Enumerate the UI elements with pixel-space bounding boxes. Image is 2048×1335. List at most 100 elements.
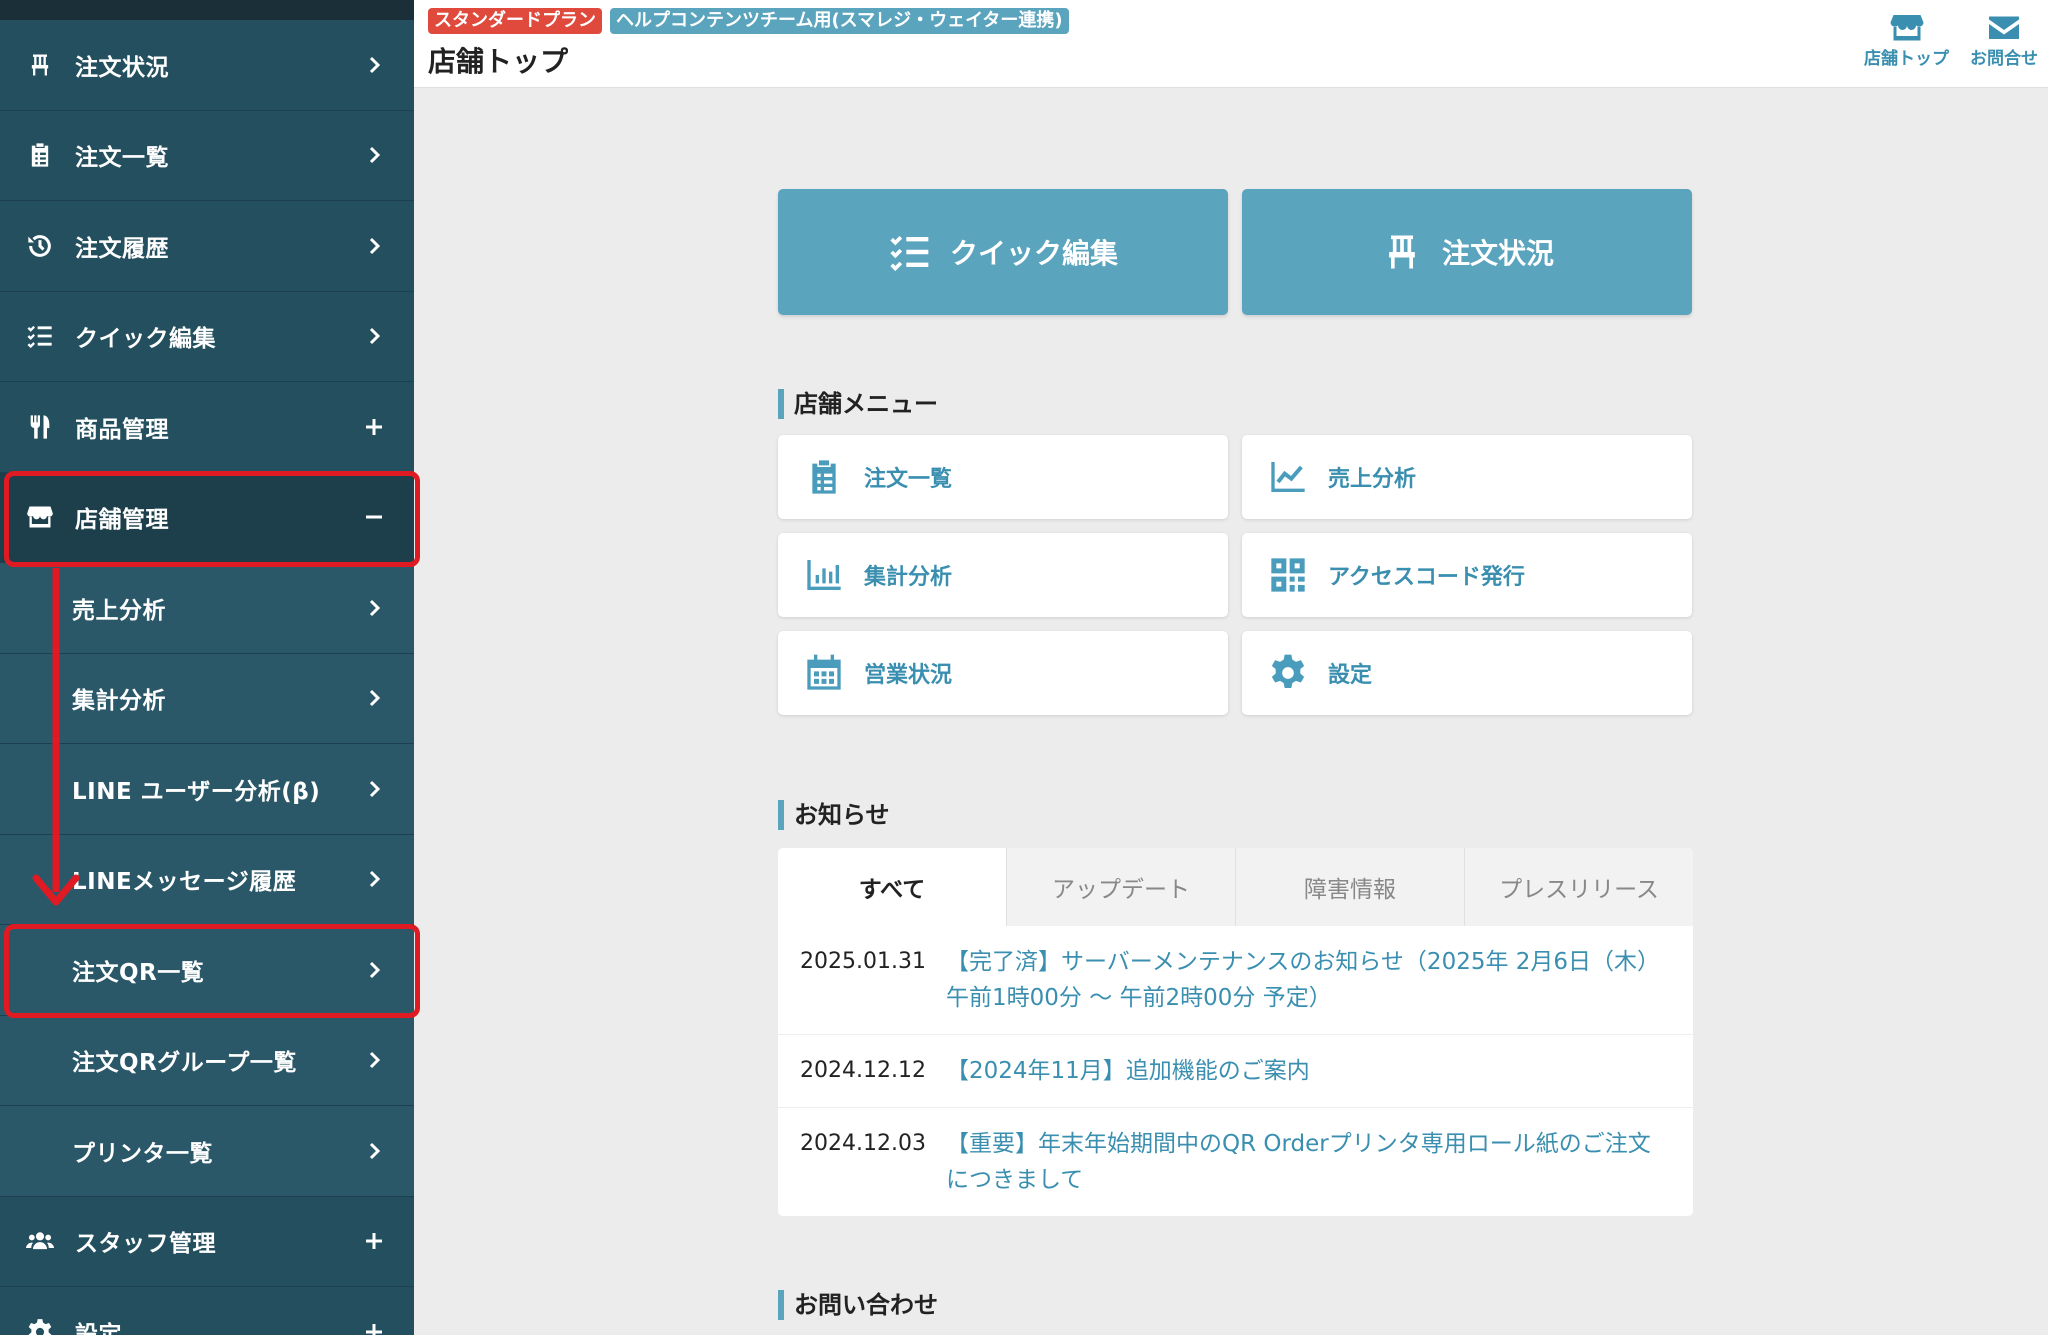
order-status-label: 注文状況 (1441, 237, 1554, 270)
list-check-icon (25, 321, 55, 351)
news-row: 2024.12.12 【2024年11月】追加機能のご案内 (778, 1035, 1693, 1108)
chevron-right-icon (362, 324, 386, 348)
news-link[interactable]: 【重要】年末年始期間中のQR Orderプリンタ専用ロール紙のご注文につきまして (946, 1126, 1671, 1198)
clipboard-icon (25, 140, 55, 170)
chevron-right-icon (362, 53, 386, 77)
chevron-right-icon (362, 596, 386, 620)
news-row: 2025.01.31 【完了済】サーバーメンテナンスのお知らせ（2025年 2月… (778, 926, 1693, 1035)
news-date: 2025.01.31 (800, 949, 926, 974)
store-top-label: 店舗トップ (1864, 49, 1949, 69)
menu-card-label: アクセスコード発行 (1328, 565, 1525, 590)
menu-card-order-list[interactable]: 注文一覧 (778, 435, 1228, 519)
news-date: 2024.12.03 (800, 1131, 926, 1156)
menu-card-label: 設定 (1328, 663, 1373, 688)
sidebar-subitem-line-user-analysis[interactable]: LINE ユーザー分析(β) (0, 744, 414, 835)
sidebar-item-label: 設定 (75, 1321, 122, 1335)
menu-card-sales-analysis[interactable]: 売上分析 (1242, 435, 1692, 519)
plus-icon (362, 1229, 386, 1253)
sidebar-item-label: 注文QRグループ一覧 (72, 1050, 297, 1077)
sidebar: 注文状況 注文一覧 注文履歴 クイック編集 商品管理 店舗管理 売上分析 集計分… (0, 0, 414, 1335)
quick-edit-button[interactable]: クイック編集 (778, 189, 1228, 315)
sidebar-topbar (0, 0, 414, 20)
plus-icon (362, 1320, 386, 1335)
menu-card-access-code[interactable]: アクセスコード発行 (1242, 533, 1692, 617)
sidebar-item-label: 注文一覧 (75, 145, 169, 172)
store-top-button[interactable]: 店舗トップ (1864, 12, 1949, 69)
history-icon (25, 231, 55, 261)
page-title: 店舗トップ (428, 45, 569, 78)
list-check-icon (890, 236, 929, 272)
store-icon (1890, 15, 1923, 41)
contact-section-title: お問い合わせ (778, 1290, 938, 1320)
quick-edit-label: クイック編集 (949, 237, 1118, 270)
sidebar-item-label: クイック編集 (75, 326, 216, 353)
news-date: 2024.12.12 (800, 1058, 926, 1083)
sidebar-item-order-history[interactable]: 注文履歴 (0, 201, 414, 292)
calendar-icon (807, 654, 841, 690)
tab-incident[interactable]: 障害情報 (1235, 848, 1464, 926)
sidebar-subitem-order-qr-list[interactable]: 注文QR一覧 (0, 925, 414, 1016)
sidebar-item-label: プリンタ一覧 (72, 1140, 213, 1167)
news-row: 2024.12.03 【重要】年末年始期間中のQR Orderプリンタ専用ロール… (778, 1108, 1693, 1216)
sidebar-subitem-printer-list[interactable]: プリンタ一覧 (0, 1106, 414, 1197)
sidebar-item-store-management[interactable]: 店舗管理 (0, 472, 414, 563)
store-menu-title: 店舗メニュー (778, 389, 938, 419)
tab-update[interactable]: アップデート (1006, 848, 1235, 926)
clipboard-icon (812, 460, 836, 494)
plus-icon (362, 415, 386, 439)
contact-button[interactable]: お問合せ (1970, 12, 2038, 69)
sidebar-item-label: 商品管理 (75, 416, 169, 443)
tab-press-release[interactable]: プレスリリース (1464, 848, 1693, 926)
bar-chart-icon (807, 560, 841, 590)
gear-icon (25, 1317, 55, 1335)
chair-icon (1389, 235, 1415, 269)
sidebar-item-label: 店舗管理 (75, 507, 169, 534)
sidebar-subitem-aggregate-analysis[interactable]: 集計分析 (0, 653, 414, 744)
sidebar-item-label: 注文履歴 (75, 235, 169, 262)
news-title: お知らせ (778, 800, 890, 830)
menu-card-label: 注文一覧 (864, 467, 953, 492)
sidebar-item-label: スタッフ管理 (75, 1231, 216, 1258)
news-link[interactable]: 【完了済】サーバーメンテナンスのお知らせ（2025年 2月6日（木）午前1時00… (946, 944, 1671, 1016)
sidebar-item-quick-edit[interactable]: クイック編集 (0, 291, 414, 382)
store-badge: ヘルプコンテンツチーム用(スマレジ・ウェイター連携) (610, 8, 1069, 34)
order-status-button[interactable]: 注文状況 (1242, 189, 1692, 315)
tab-all[interactable]: すべて (778, 848, 1006, 926)
chevron-right-icon (362, 1139, 386, 1163)
news-panel: すべて アップデート 障害情報 プレスリリース 2025.01.31 【完了済】… (778, 848, 1693, 1216)
sidebar-subitem-line-message-history[interactable]: LINEメッセージ履歴 (0, 834, 414, 925)
sidebar-item-settings[interactable]: 設定 (0, 1287, 414, 1335)
news-link[interactable]: 【2024年11月】追加機能のご案内 (946, 1053, 1310, 1089)
menu-card-label: 集計分析 (864, 565, 953, 590)
sidebar-subitem-sales-analysis[interactable]: 売上分析 (0, 563, 414, 654)
store-icon (25, 502, 55, 532)
menu-card-business-status[interactable]: 営業状況 (778, 631, 1228, 715)
sidebar-subitem-order-qr-group-list[interactable]: 注文QRグループ一覧 (0, 1015, 414, 1106)
gear-icon (1271, 654, 1305, 688)
sidebar-item-staff-management[interactable]: スタッフ管理 (0, 1196, 414, 1287)
sidebar-item-label: 注文状況 (75, 54, 169, 81)
news-tabs: すべて アップデート 障害情報 プレスリリース (778, 848, 1693, 926)
chair-icon (25, 50, 55, 80)
header-badges: スタンダードプラン ヘルプコンテンツチーム用(スマレジ・ウェイター連携) (428, 8, 1069, 34)
menu-card-label: 営業状況 (864, 663, 953, 688)
chevron-right-icon (362, 777, 386, 801)
chevron-right-icon (362, 143, 386, 167)
chevron-right-icon (362, 234, 386, 258)
sidebar-item-order-status[interactable]: 注文状況 (0, 20, 414, 111)
menu-card-label: 売上分析 (1328, 467, 1417, 492)
chevron-right-icon (362, 867, 386, 891)
minus-icon (362, 505, 386, 529)
menu-card-settings[interactable]: 設定 (1242, 631, 1692, 715)
header: スタンダードプラン ヘルプコンテンツチーム用(スマレジ・ウェイター連携) 店舗ト… (414, 0, 2048, 88)
chart-line-icon (1271, 462, 1305, 492)
qr-code-icon (1271, 558, 1305, 592)
plan-badge: スタンダードプラン (428, 8, 602, 34)
sidebar-item-label: 注文QR一覧 (72, 959, 205, 986)
contact-label: お問合せ (1970, 49, 2038, 69)
menu-card-aggregate-analysis[interactable]: 集計分析 (778, 533, 1228, 617)
users-icon (25, 1226, 55, 1256)
sidebar-item-label: LINE ユーザー分析(β) (72, 778, 321, 805)
sidebar-item-order-list[interactable]: 注文一覧 (0, 110, 414, 201)
sidebar-item-product-management[interactable]: 商品管理 (0, 382, 414, 473)
